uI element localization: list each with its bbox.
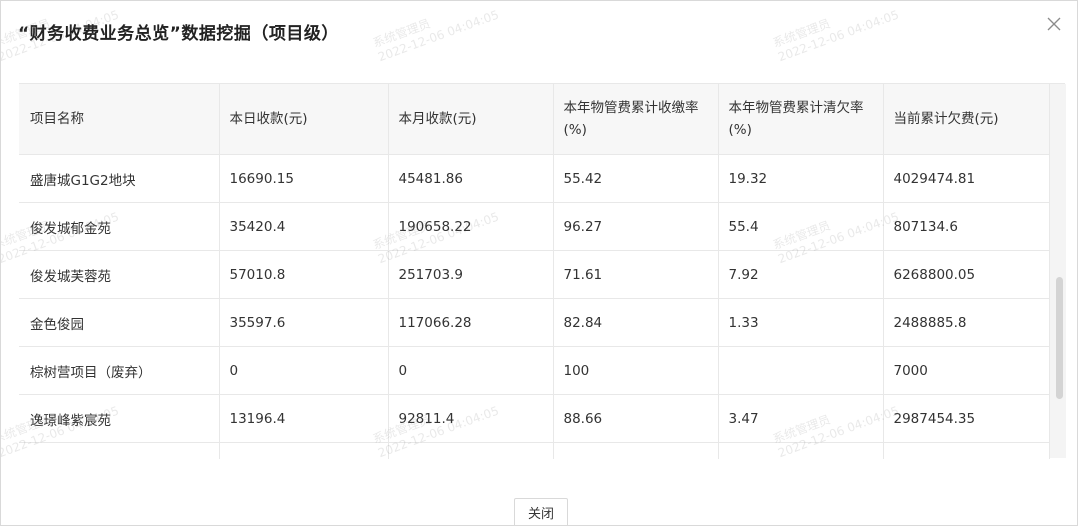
cell-arrears-recovery-rate: [718, 442, 884, 459]
cell-arrears-recovery-rate: [718, 346, 884, 395]
cell-arrears-recovery-rate: 55.4: [718, 202, 884, 251]
project-table-container[interactable]: 项目名称 本日收款(元) 本月收款(元) 本年物管费累计收缴率(%) 本年物管费…: [19, 83, 1065, 459]
cell-total-arrears: 2488885.8: [883, 298, 1050, 347]
cell-project-name: 棕树营项目（废弃）: [19, 346, 220, 395]
cell-daily-receipts: 57010.8: [219, 250, 389, 299]
cell-monthly-receipts: 117066.28: [388, 298, 554, 347]
cell-daily-receipts: [219, 442, 389, 459]
cell-collection-rate: 55.42: [553, 154, 719, 203]
cell-collection-rate: 96.27: [553, 202, 719, 251]
cell-project-name: 金色俊园: [19, 298, 220, 347]
column-header-monthly-receipts: 本月收款(元): [388, 84, 554, 155]
column-header-daily-receipts: 本日收款(元): [219, 84, 389, 155]
cell-daily-receipts: 16690.15: [219, 154, 389, 203]
cell-monthly-receipts: 190658.22: [388, 202, 554, 251]
table-row: 俊发城郁金苑 35420.4 190658.22 96.27 55.4 8071…: [19, 202, 1050, 251]
cell-collection-rate: 82.84: [553, 298, 719, 347]
cell-arrears-recovery-rate: 19.32: [718, 154, 884, 203]
cell-monthly-receipts: 92811.4: [388, 394, 554, 443]
cell-collection-rate: 88.66: [553, 394, 719, 443]
cell-project-name: [19, 442, 220, 459]
cell-total-arrears: 6268800.05: [883, 250, 1050, 299]
table-row: 金色俊园 35597.6 117066.28 82.84 1.33 248888…: [19, 298, 1050, 347]
cell-daily-receipts: 35420.4: [219, 202, 389, 251]
table-scrollbar-thumb[interactable]: [1056, 277, 1063, 399]
dialog-title: “财务收费业务总览”数据挖掘（项目级）: [18, 24, 339, 44]
cell-total-arrears: [883, 442, 1050, 459]
cell-daily-receipts: 35597.6: [219, 298, 389, 347]
cell-monthly-receipts: 45481.86: [388, 154, 554, 203]
cell-total-arrears: 4029474.81: [883, 154, 1050, 203]
data-mining-dialog: “财务收费业务总览”数据挖掘（项目级） 项目名称 本日收款(元) 本月收款(元)…: [0, 0, 1078, 526]
table-row: 俊发城芙蓉苑 57010.8 251703.9 71.61 7.92 62688…: [19, 250, 1050, 299]
table-row: [19, 442, 1050, 459]
table-row: 逸璟峰紫宸苑 13196.4 92811.4 88.66 3.47 298745…: [19, 394, 1050, 443]
watermark: 系统管理员 2022-12-06 04:04:05: [371, 7, 501, 65]
table-header-row: 项目名称 本日收款(元) 本月收款(元) 本年物管费累计收缴率(%) 本年物管费…: [19, 84, 1050, 155]
cell-daily-receipts: 13196.4: [219, 394, 389, 443]
cell-monthly-receipts: [388, 442, 554, 459]
cell-collection-rate: [553, 442, 719, 459]
watermark: 系统管理员 2022-12-06 04:04:05: [771, 7, 901, 65]
close-button[interactable]: 关闭: [514, 498, 568, 525]
cell-monthly-receipts: 0: [388, 346, 554, 395]
table-vertical-scrollbar[interactable]: [1049, 84, 1066, 458]
column-header-collection-rate: 本年物管费累计收缴率(%): [553, 84, 719, 155]
cell-total-arrears: 7000: [883, 346, 1050, 395]
column-header-project-name: 项目名称: [19, 84, 220, 155]
cell-project-name: 俊发城郁金苑: [19, 202, 220, 251]
close-icon[interactable]: [1045, 15, 1063, 33]
cell-arrears-recovery-rate: 7.92: [718, 250, 884, 299]
cell-arrears-recovery-rate: 3.47: [718, 394, 884, 443]
cell-collection-rate: 100: [553, 346, 719, 395]
cell-project-name: 盛唐城G1G2地块: [19, 154, 220, 203]
cell-monthly-receipts: 251703.9: [388, 250, 554, 299]
cell-total-arrears: 2987454.35: [883, 394, 1050, 443]
table-row: 盛唐城G1G2地块 16690.15 45481.86 55.42 19.32 …: [19, 154, 1050, 203]
cell-arrears-recovery-rate: 1.33: [718, 298, 884, 347]
project-table: 项目名称 本日收款(元) 本月收款(元) 本年物管费累计收缴率(%) 本年物管费…: [19, 84, 1050, 459]
cell-project-name: 逸璟峰紫宸苑: [19, 394, 220, 443]
cell-project-name: 俊发城芙蓉苑: [19, 250, 220, 299]
column-header-arrears-recovery-rate: 本年物管费累计清欠率(%): [718, 84, 884, 155]
cell-total-arrears: 807134.6: [883, 202, 1050, 251]
table-row: 棕树营项目（废弃） 0 0 100 7000: [19, 346, 1050, 395]
cell-collection-rate: 71.61: [553, 250, 719, 299]
column-header-total-arrears: 当前累计欠费(元): [883, 84, 1050, 155]
cell-daily-receipts: 0: [219, 346, 389, 395]
